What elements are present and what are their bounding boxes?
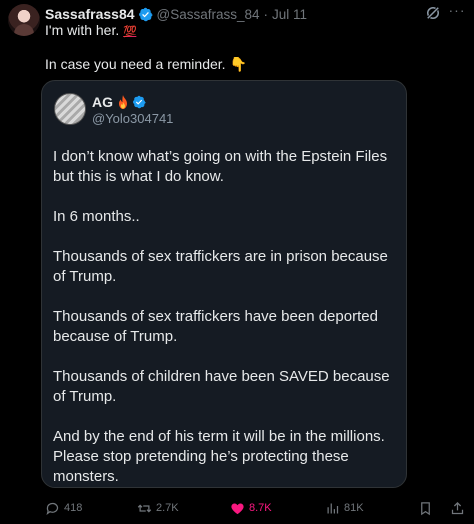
quoted-author-name-row: AG bbox=[92, 94, 146, 110]
quoted-paragraph: I don’t know what’s going on with the Ep… bbox=[53, 148, 388, 185]
quoted-author-avatar[interactable] bbox=[54, 93, 86, 125]
bookmark-icon bbox=[421, 501, 430, 515]
author-display-name[interactable]: Sassafrass84 bbox=[45, 6, 135, 22]
tweet: Sassafrass84 @Sassafrass_84 · Jul 11 ···… bbox=[0, 0, 474, 524]
tweet-text-line-1: I'm with her. 💯 bbox=[45, 22, 137, 38]
quoted-author-handle[interactable]: @Yolo304741 bbox=[92, 111, 173, 126]
share-button[interactable] bbox=[450, 498, 469, 518]
quoted-tweet-body: I don’t know what’s going on with the Ep… bbox=[53, 147, 401, 487]
quoted-tweet-card[interactable]: AG @Yolo304741 I don’t know what’s going… bbox=[41, 80, 407, 488]
verified-badge-icon bbox=[133, 95, 146, 109]
fire-icon bbox=[119, 95, 127, 109]
tweet-text: I'm with her. bbox=[45, 22, 120, 38]
more-icon[interactable]: ··· bbox=[448, 3, 466, 21]
bookmark-button[interactable] bbox=[418, 498, 437, 518]
share-icon bbox=[451, 501, 464, 514]
views-count: 81K bbox=[344, 502, 364, 514]
views-icon bbox=[327, 503, 339, 513]
verified-badge-icon bbox=[138, 7, 153, 21]
quoted-paragraph: Thousands of sex traffickers are in pris… bbox=[53, 248, 388, 285]
author-handle[interactable]: @Sassafrass_84 bbox=[157, 7, 260, 22]
header-separator: · bbox=[263, 6, 269, 22]
quoted-paragraph: Thousands of children have been SAVED be… bbox=[53, 368, 390, 405]
repost-icon bbox=[137, 503, 152, 513]
quoted-paragraph: Thousands of sex traffickers have been d… bbox=[53, 308, 378, 345]
tweet-text: In case you need a reminder. bbox=[45, 56, 226, 72]
heart-icon bbox=[231, 503, 244, 514]
quoted-paragraph: In 6 months.. bbox=[53, 208, 140, 225]
tweet-header: Sassafrass84 @Sassafrass_84 · Jul 11 bbox=[45, 5, 474, 23]
tweet-text-line-2: In case you need a reminder. 👇 bbox=[45, 56, 247, 73]
tweet-date[interactable]: Jul 11 bbox=[272, 7, 307, 22]
reply-button[interactable]: 418 bbox=[45, 498, 82, 518]
like-button[interactable]: 8.7K bbox=[230, 498, 272, 518]
author-avatar[interactable] bbox=[8, 4, 40, 36]
like-count: 8.7K bbox=[249, 502, 272, 514]
action-bar: 418 2.7K 8.7K 81K bbox=[0, 498, 474, 518]
repost-count: 2.7K bbox=[156, 502, 179, 514]
views-button[interactable]: 81K bbox=[325, 498, 364, 518]
repost-button[interactable]: 2.7K bbox=[137, 498, 179, 518]
reply-count: 418 bbox=[64, 502, 83, 514]
pointing-down-emoji: 👇 bbox=[229, 57, 247, 73]
quoted-paragraph: And by the end of his term it will be in… bbox=[53, 428, 385, 485]
hundred-points-emoji: 💯 bbox=[123, 25, 137, 38]
quoted-author-display-name[interactable]: AG bbox=[92, 94, 113, 110]
grok-icon[interactable] bbox=[424, 4, 442, 22]
reply-icon bbox=[46, 502, 59, 515]
